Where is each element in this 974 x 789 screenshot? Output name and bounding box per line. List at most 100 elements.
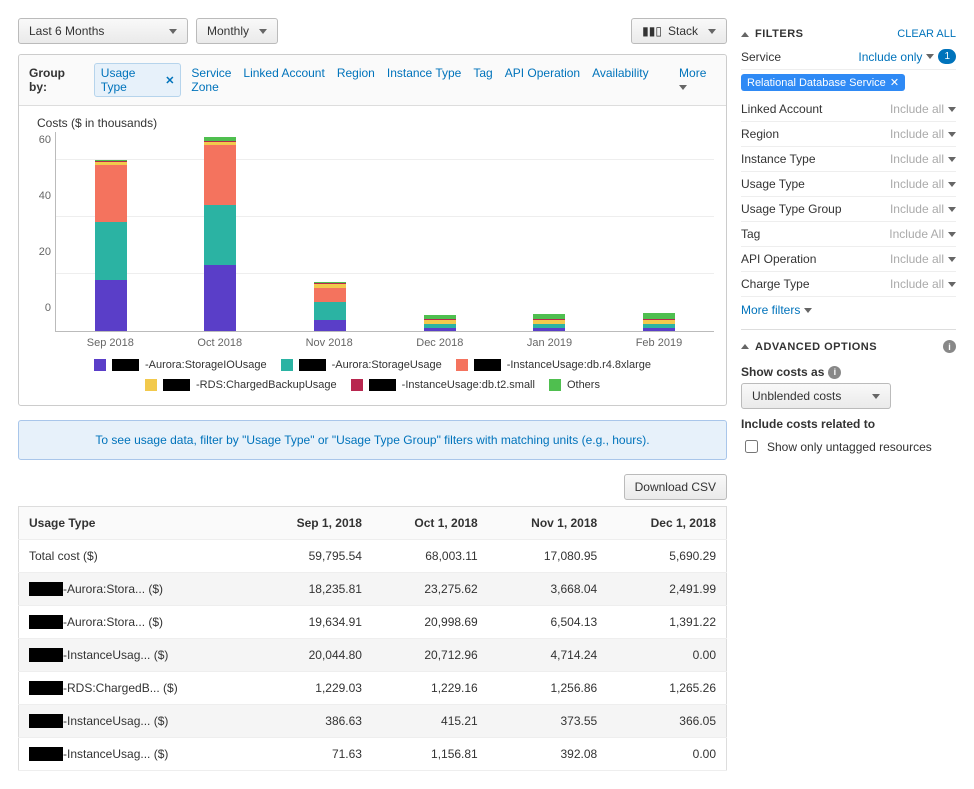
filter-row[interactable]: Instance TypeInclude all <box>741 147 956 172</box>
cost-type-dropdown[interactable]: Unblended costs <box>741 383 891 409</box>
granularity-dropdown[interactable]: Monthly <box>196 18 278 44</box>
table-cell: 392.08 <box>488 738 607 771</box>
row-label: xxx-InstanceUsag... ($) <box>19 738 254 771</box>
table-header[interactable]: Oct 1, 2018 <box>372 507 488 540</box>
sidebar: FILTERS CLEAR ALL ServiceInclude only 1 Re… <box>741 18 956 771</box>
table-header[interactable]: Nov 1, 2018 <box>488 507 607 540</box>
caret-icon <box>804 308 812 313</box>
table-cell: 71.63 <box>253 738 372 771</box>
caret-icon <box>872 394 880 399</box>
filter-row[interactable]: API OperationInclude all <box>741 247 956 272</box>
chart-panel: Group by: Usage Type✕ ServiceLinked Acco… <box>18 54 727 406</box>
download-csv-button[interactable]: Download CSV <box>624 474 727 500</box>
bar-icon: ▮▮▯ <box>642 24 662 38</box>
table-cell: 6,504.13 <box>488 606 607 639</box>
table-cell: 17,080.95 <box>488 540 607 573</box>
legend-item: xx-RDS:ChargedBackupUsage <box>145 379 337 391</box>
filters-title: FILTERS <box>755 28 804 40</box>
table-row: Total cost ($)59,795.5468,003.1117,080.9… <box>19 540 727 573</box>
top-controls: Last 6 Months Monthly ▮▮▯Stack <box>18 18 727 44</box>
x-tick: Nov 2018 <box>306 337 353 349</box>
filter-row[interactable]: Usage Type GroupInclude all <box>741 197 956 222</box>
table-cell: 20,998.69 <box>372 606 488 639</box>
table-cell: 0.00 <box>607 639 726 672</box>
table-cell: 3,668.04 <box>488 573 607 606</box>
table-cell: 1,229.16 <box>372 672 488 705</box>
collapse-icon[interactable] <box>741 344 749 349</box>
table-cell: 1,229.03 <box>253 672 372 705</box>
filter-row[interactable]: Usage TypeInclude all <box>741 172 956 197</box>
table-row: xxx-RDS:ChargedB... ($)1,229.031,229.161… <box>19 672 727 705</box>
filter-row[interactable]: RegionInclude all <box>741 122 956 147</box>
bar-column <box>95 160 127 331</box>
y-axis: 6040200 <box>31 132 55 332</box>
bar-column <box>643 313 675 331</box>
legend-item: Others <box>549 379 600 391</box>
show-costs-label: Show costs as <box>741 365 824 379</box>
more-filters-link[interactable]: More filters <box>741 297 812 323</box>
info-icon[interactable]: i <box>828 366 841 379</box>
close-icon[interactable]: ✕ <box>165 74 174 87</box>
cost-table: Usage TypeSep 1, 2018Oct 1, 2018Nov 1, 2… <box>18 506 727 771</box>
x-tick: Jan 2019 <box>527 337 572 349</box>
table-cell: 1,391.22 <box>607 606 726 639</box>
row-label: xxx-Aurora:Stora... ($) <box>19 573 254 606</box>
bar-column <box>533 314 565 331</box>
groupby-active-chip[interactable]: Usage Type✕ <box>94 63 182 97</box>
chart-title: Costs ($ in thousands) <box>37 116 714 130</box>
groupby-tab[interactable]: Tag <box>473 66 492 80</box>
groupby-tab[interactable]: Instance Type <box>387 66 462 80</box>
untagged-checkbox[interactable]: Show only untagged resources <box>741 437 956 456</box>
table-row: xxx-InstanceUsag... ($)71.631,156.81392.… <box>19 738 727 771</box>
filter-row[interactable]: Linked AccountInclude all <box>741 97 956 122</box>
bar-column <box>424 315 456 331</box>
table-cell: 366.05 <box>607 705 726 738</box>
table-header[interactable]: Dec 1, 2018 <box>607 507 726 540</box>
bar-column <box>314 282 346 331</box>
collapse-icon[interactable] <box>741 32 749 37</box>
legend-item: xx-InstanceUsage:db.r4.8xlarge <box>456 359 651 371</box>
table-cell: 2,491.99 <box>607 573 726 606</box>
legend-item: xx-InstanceUsage:db.t2.small <box>351 379 535 391</box>
table-row: xxx-Aurora:Stora... ($)18,235.8123,275.6… <box>19 573 727 606</box>
clear-all-button[interactable]: CLEAR ALL <box>897 28 956 40</box>
caret-icon <box>679 85 687 90</box>
table-cell: 1,156.81 <box>372 738 488 771</box>
groupby-bar: Group by: Usage Type✕ ServiceLinked Acco… <box>19 55 726 106</box>
info-icon[interactable]: i <box>943 340 956 353</box>
table-header[interactable]: Usage Type <box>19 507 254 540</box>
table-cell: 4,714.24 <box>488 639 607 672</box>
filter-chip[interactable]: Relational Database Service ✕ <box>741 74 905 91</box>
include-label: Include costs related to <box>741 417 956 431</box>
close-icon[interactable]: ✕ <box>890 76 899 89</box>
date-range-dropdown[interactable]: Last 6 Months <box>18 18 188 44</box>
groupby-more[interactable]: More <box>679 66 716 94</box>
x-tick: Feb 2019 <box>636 337 682 349</box>
table-cell: 20,712.96 <box>372 639 488 672</box>
advanced-title: ADVANCED OPTIONS <box>755 341 877 353</box>
groupby-tab[interactable]: Linked Account <box>243 66 324 80</box>
stack-dropdown[interactable]: ▮▮▯Stack <box>631 18 727 44</box>
table-row: xxx-InstanceUsag... ($)386.63415.21373.5… <box>19 705 727 738</box>
legend-item: xx-Aurora:StorageUsage <box>281 359 442 371</box>
table-header[interactable]: Sep 1, 2018 <box>253 507 372 540</box>
groupby-tab[interactable]: Service <box>191 66 231 80</box>
groupby-tab[interactable]: API Operation <box>505 66 580 80</box>
filter-row[interactable]: Charge TypeInclude all <box>741 272 956 297</box>
filter-row[interactable]: TagInclude All <box>741 222 956 247</box>
groupby-tab[interactable]: Region <box>337 66 375 80</box>
table-cell: 68,003.11 <box>372 540 488 573</box>
row-label: xxx-InstanceUsag... ($) <box>19 705 254 738</box>
x-tick: Dec 2018 <box>416 337 463 349</box>
table-cell: 386.63 <box>253 705 372 738</box>
usage-notice: To see usage data, filter by "Usage Type… <box>18 420 727 460</box>
table-cell: 5,690.29 <box>607 540 726 573</box>
table-cell: 23,275.62 <box>372 573 488 606</box>
row-label: xxx-Aurora:Stora... ($) <box>19 606 254 639</box>
table-cell: 0.00 <box>607 738 726 771</box>
table-cell: 59,795.54 <box>253 540 372 573</box>
filter-row[interactable]: ServiceInclude only 1 <box>741 44 956 70</box>
bar-column <box>204 137 236 331</box>
table-cell: 373.55 <box>488 705 607 738</box>
x-tick: Oct 2018 <box>197 337 242 349</box>
